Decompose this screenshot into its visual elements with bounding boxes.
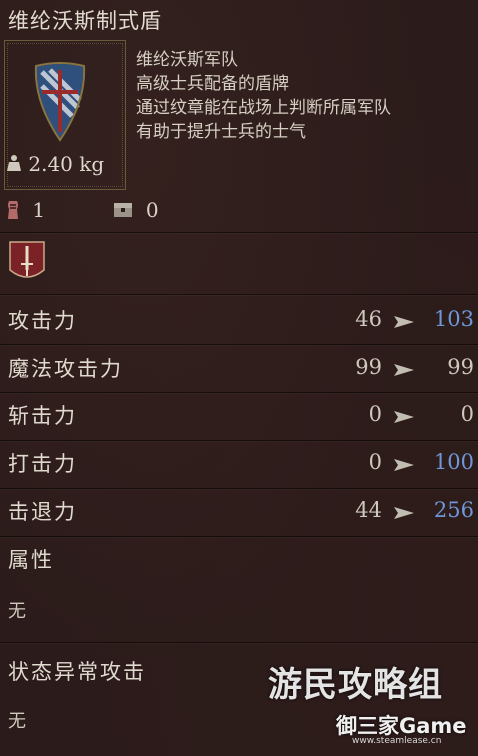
description-line: 高级士兵配备的盾牌 [136, 74, 289, 94]
stat-row-attack: 攻击力 46 103 [0, 299, 478, 345]
stat-new-value: 256 [433, 498, 474, 522]
divider [0, 392, 478, 393]
attribute-value: 无 [8, 601, 26, 622]
divider [0, 642, 478, 643]
divider [0, 536, 478, 537]
hand-icon [8, 200, 18, 219]
watermark-text: 游民攻略组 [268, 665, 443, 705]
stat-label: 打击力 [8, 452, 77, 476]
stat-row-magic-attack: 魔法攻击力 99 99 [0, 347, 478, 393]
description-line: 维纶沃斯军队 [136, 50, 238, 70]
stat-row-strike: 打击力 0 100 [0, 442, 478, 488]
arrow-right-icon [394, 411, 414, 423]
attribute-heading: 属性 [8, 548, 54, 572]
stat-label: 斩击力 [8, 404, 77, 428]
stat-current-value: 0 [368, 450, 382, 474]
stat-new-value: 103 [433, 307, 474, 331]
stat-current-value: 0 [368, 402, 382, 426]
arrow-right-icon [394, 459, 414, 471]
weight-display: 2.40 kg [6, 152, 104, 176]
stat-row-knockback: 击退力 44 256 [0, 490, 478, 536]
status-attack-heading: 状态异常攻击 [8, 660, 146, 684]
stat-new-value: 0 [460, 402, 474, 426]
owned-count: 1 [32, 197, 46, 222]
stat-label: 魔法攻击力 [8, 357, 123, 381]
stat-label: 击退力 [8, 500, 77, 524]
status-attack-value: 无 [8, 711, 26, 732]
description-line: 通过纹章能在战场上判断所属军队 [136, 98, 391, 118]
stat-current-value: 99 [355, 355, 382, 379]
arrow-right-icon [394, 507, 414, 519]
stat-new-value: 100 [433, 450, 474, 474]
stat-row-slash: 斩击力 0 0 [0, 394, 478, 440]
item-title: 维纶沃斯制式盾 [8, 9, 162, 33]
shield-icon [34, 62, 86, 142]
weight-icon [7, 155, 21, 171]
item-counts: 1 0 [6, 196, 159, 222]
arrow-right-icon [394, 316, 414, 328]
divider [0, 232, 478, 233]
stat-new-value: 99 [447, 355, 474, 379]
stat-label: 攻击力 [8, 309, 77, 333]
divider [0, 344, 478, 345]
weight-value: 2.40 kg [28, 152, 105, 176]
divider [0, 440, 478, 441]
arrow-right-icon [394, 364, 414, 376]
divider [0, 488, 478, 489]
watermark-url: www.steamlease.cn [352, 736, 442, 746]
item-description: 维纶沃斯军队 高级士兵配备的盾牌 通过纹章能在战场上判断所属军队 有助于提升士兵… [136, 48, 391, 144]
divider [0, 294, 478, 295]
storage-count: 0 [145, 197, 159, 222]
stat-current-value: 46 [355, 307, 382, 331]
stat-current-value: 44 [355, 498, 382, 522]
description-line: 有助于提升士兵的士气 [136, 122, 306, 142]
chest-icon [114, 202, 133, 217]
sword-badge-icon [9, 241, 45, 278]
